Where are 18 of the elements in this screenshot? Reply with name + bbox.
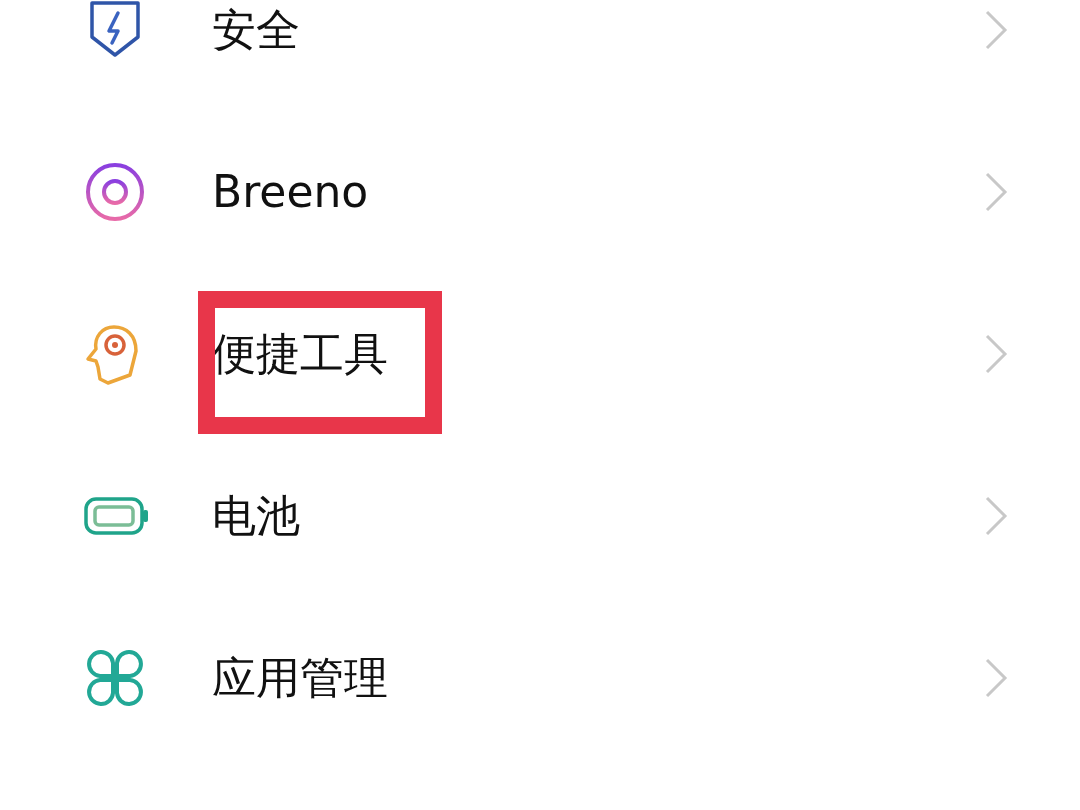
chevron-right-icon xyxy=(984,171,1008,213)
four-petal-icon xyxy=(84,647,146,709)
ring-icon xyxy=(84,161,146,223)
settings-row[interactable]: 便捷工具 xyxy=(0,273,1080,435)
chevron-right-icon xyxy=(984,657,1008,699)
settings-label: 电池 xyxy=(212,489,300,543)
settings-row[interactable]: 电池 xyxy=(0,435,1080,597)
settings-row[interactable]: 应用管理 xyxy=(0,597,1080,759)
settings-label: 安全 xyxy=(212,3,300,57)
settings-row[interactable]: Breeno xyxy=(0,111,1080,273)
chevron-right-icon xyxy=(984,9,1008,51)
chevron-right-icon xyxy=(984,495,1008,537)
battery-icon xyxy=(84,496,150,536)
chevron-right-icon xyxy=(984,333,1008,375)
settings-label: 应用管理 xyxy=(212,651,388,705)
settings-row[interactable]: 安全 xyxy=(0,0,1080,111)
settings-label: Breeno xyxy=(212,165,369,219)
settings-label: 便捷工具 xyxy=(212,327,388,381)
